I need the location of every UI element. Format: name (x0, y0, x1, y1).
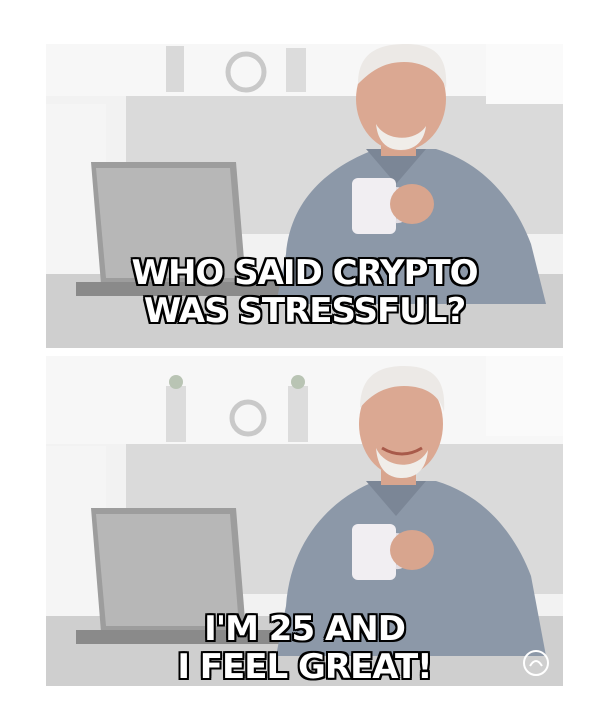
top-panel: WHO SAID CRYPTO WAS STRESSFUL? (46, 44, 563, 348)
bottom-caption-line-1: I'M 25 AND (204, 609, 406, 649)
bottom-caption-line-2: I FEEL GREAT! (177, 647, 432, 686)
top-caption-line-1: WHO SAID CRYPTO (131, 253, 478, 293)
bottom-panel: I'M 25 AND I FEEL GREAT! (46, 356, 563, 686)
top-caption-line-2: WAS STRESSFUL? (143, 291, 466, 331)
bottom-caption: I'M 25 AND I FEEL GREAT! (46, 610, 563, 686)
watermark-icon (523, 650, 549, 676)
top-caption: WHO SAID CRYPTO WAS STRESSFUL? (46, 254, 563, 330)
